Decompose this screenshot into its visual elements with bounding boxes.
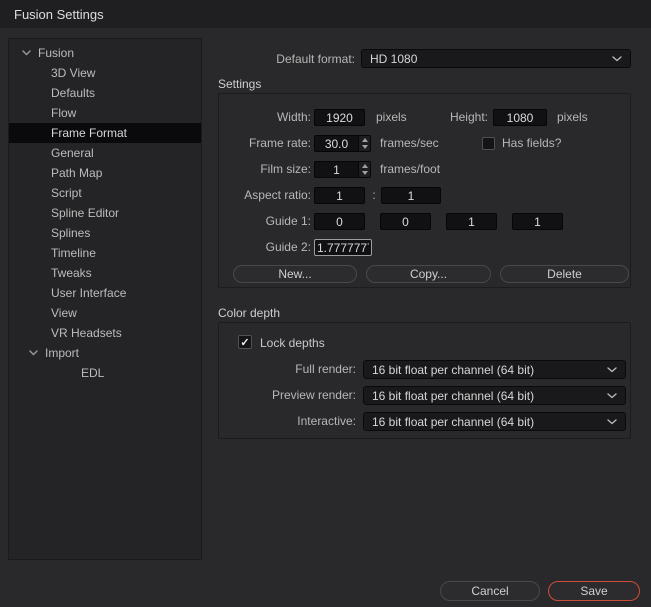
film-size-input[interactable] (314, 161, 358, 178)
full-render-label: Full render: (219, 360, 356, 379)
height-unit: pixels (557, 109, 588, 126)
dropdown-value: 16 bit float per channel (64 bit) (372, 363, 534, 377)
sidebar-item-vr-headsets[interactable]: VR Headsets (9, 323, 201, 343)
sidebar-item-defaults[interactable]: Defaults (9, 83, 201, 103)
delete-button[interactable]: Delete (500, 265, 629, 283)
sidebar-item-path-map[interactable]: Path Map (9, 163, 201, 183)
has-fields-label: Has fields? (502, 135, 561, 152)
color-depth-section-title: Color depth (218, 306, 280, 320)
chevron-down-icon (607, 419, 617, 425)
copy-button[interactable]: Copy... (366, 265, 491, 283)
sidebar-group-label: Fusion (38, 46, 74, 60)
chevron-down-icon[interactable] (29, 350, 38, 356)
has-fields-checkbox[interactable] (482, 137, 495, 150)
dropdown-value: 16 bit float per channel (64 bit) (372, 415, 534, 429)
increment-arrow-icon[interactable] (362, 138, 368, 142)
aspect-ratio-separator: : (369, 187, 379, 204)
sidebar-item-tweaks[interactable]: Tweaks (9, 263, 201, 283)
sidebar-item-splines[interactable]: Splines (9, 223, 201, 243)
width-input[interactable] (314, 109, 365, 126)
titlebar: Fusion Settings (0, 0, 651, 28)
guide-1-input-1[interactable] (380, 213, 431, 230)
decrement-arrow-icon[interactable] (362, 145, 368, 149)
increment-arrow-icon[interactable] (362, 164, 368, 168)
sidebar-group-fusion[interactable]: Fusion (9, 43, 201, 63)
aspect-ratio-y-input[interactable] (381, 187, 441, 204)
color-depth-group-box: ✓ Lock depths Full render: 16 bit float … (218, 322, 631, 439)
sidebar-group-label: Import (45, 346, 79, 360)
guide-1-input-0[interactable] (314, 213, 365, 230)
interactive-dropdown[interactable]: 16 bit float per channel (64 bit) (363, 412, 626, 431)
guide-1-input-2[interactable] (446, 213, 497, 230)
frame-rate-unit: frames/sec (380, 135, 439, 152)
sidebar-group-import[interactable]: Import (9, 343, 201, 363)
chevron-down-icon (612, 56, 622, 62)
sidebar-item-spline-editor[interactable]: Spline Editor (9, 203, 201, 223)
guide-2-input[interactable] (314, 239, 372, 256)
guide-1-input-3[interactable] (512, 213, 563, 230)
stepper-arrows[interactable] (358, 135, 371, 152)
width-label: Width: (219, 109, 311, 126)
width-unit: pixels (376, 109, 407, 126)
film-size-stepper[interactable] (314, 161, 371, 178)
window-title: Fusion Settings (14, 7, 104, 22)
settings-category-tree: Fusion 3D View Defaults Flow Frame Forma… (8, 38, 202, 560)
frame-rate-input[interactable] (314, 135, 358, 152)
aspect-ratio-label: Aspect ratio: (219, 187, 311, 204)
chevron-down-icon (607, 367, 617, 373)
sidebar-item-frame-format[interactable]: Frame Format (9, 123, 201, 143)
sidebar-item-flow[interactable]: Flow (9, 103, 201, 123)
new-button[interactable]: New... (233, 265, 357, 283)
full-render-dropdown[interactable]: 16 bit float per channel (64 bit) (363, 360, 626, 379)
sidebar-item-3d-view[interactable]: 3D View (9, 63, 201, 83)
guide-2-label: Guide 2: (219, 239, 311, 256)
sidebar-item-user-interface[interactable]: User Interface (9, 283, 201, 303)
dropdown-value: HD 1080 (370, 52, 417, 66)
settings-section-title: Settings (218, 77, 261, 91)
interactive-label: Interactive: (219, 412, 356, 431)
height-label: Height: (404, 109, 488, 126)
lock-depths-label: Lock depths (260, 336, 325, 350)
default-format-label: Default format: (218, 52, 355, 66)
preview-render-dropdown[interactable]: 16 bit float per channel (64 bit) (363, 386, 626, 405)
chevron-down-icon (607, 393, 617, 399)
lock-depths-checkbox[interactable]: ✓ (238, 335, 252, 349)
height-input[interactable] (493, 109, 547, 126)
sidebar-item-view[interactable]: View (9, 303, 201, 323)
default-format-dropdown[interactable]: HD 1080 (361, 49, 631, 68)
stepper-arrows[interactable] (358, 161, 371, 178)
frame-rate-label: Frame rate: (219, 135, 311, 152)
save-button[interactable]: Save (548, 581, 640, 601)
aspect-ratio-x-input[interactable] (314, 187, 365, 204)
frame-rate-stepper[interactable] (314, 135, 371, 152)
sidebar-item-edl[interactable]: EDL (9, 363, 201, 383)
film-size-unit: frames/foot (380, 161, 440, 178)
chevron-down-icon[interactable] (22, 50, 31, 56)
sidebar-item-general[interactable]: General (9, 143, 201, 163)
check-icon: ✓ (240, 336, 249, 349)
settings-group-box: Width: pixels Height: pixels Frame rate:… (218, 93, 631, 288)
sidebar-item-script[interactable]: Script (9, 183, 201, 203)
guide-1-label: Guide 1: (219, 213, 311, 230)
cancel-button[interactable]: Cancel (440, 581, 540, 601)
sidebar-item-timeline[interactable]: Timeline (9, 243, 201, 263)
film-size-label: Film size: (219, 161, 311, 178)
decrement-arrow-icon[interactable] (362, 171, 368, 175)
default-format-row: Default format: HD 1080 (218, 49, 631, 68)
preview-render-label: Preview render: (219, 386, 356, 405)
dropdown-value: 16 bit float per channel (64 bit) (372, 389, 534, 403)
